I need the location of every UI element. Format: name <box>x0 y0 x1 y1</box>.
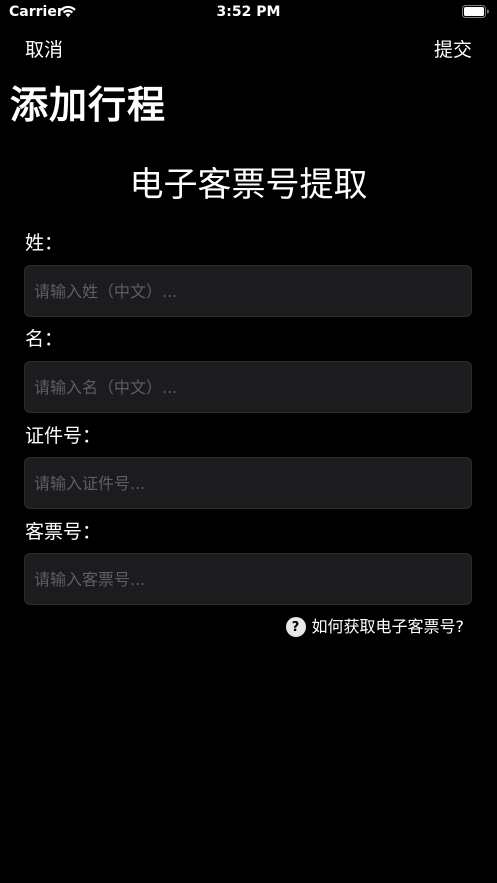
status-time: 3:52 PM <box>216 4 281 20</box>
status-bar: Carrier 3:52 PM <box>0 0 497 26</box>
given-name-input[interactable] <box>24 361 472 413</box>
surname-input[interactable] <box>24 265 472 317</box>
submit-button[interactable]: 提交 <box>434 38 472 62</box>
id-number-input[interactable] <box>24 457 472 509</box>
ticket-number-label: 客票号： <box>25 521 102 543</box>
surname-label: 姓： <box>25 232 64 254</box>
ticket-number-input[interactable] <box>24 553 472 605</box>
ticket-help-link[interactable]: ? 如何获取电子客票号? <box>285 616 465 638</box>
id-number-label: 证件号： <box>25 425 102 447</box>
page-title: 添加行程 <box>10 83 167 127</box>
form-title: 电子客票号提取 <box>129 165 368 205</box>
cancel-button[interactable]: 取消 <box>25 38 63 62</box>
battery-icon <box>462 5 489 18</box>
given-name-label: 名： <box>25 328 64 350</box>
question-circle-icon: ? <box>285 617 306 637</box>
ticket-help-label: 如何获取电子客票号? <box>311 617 465 636</box>
